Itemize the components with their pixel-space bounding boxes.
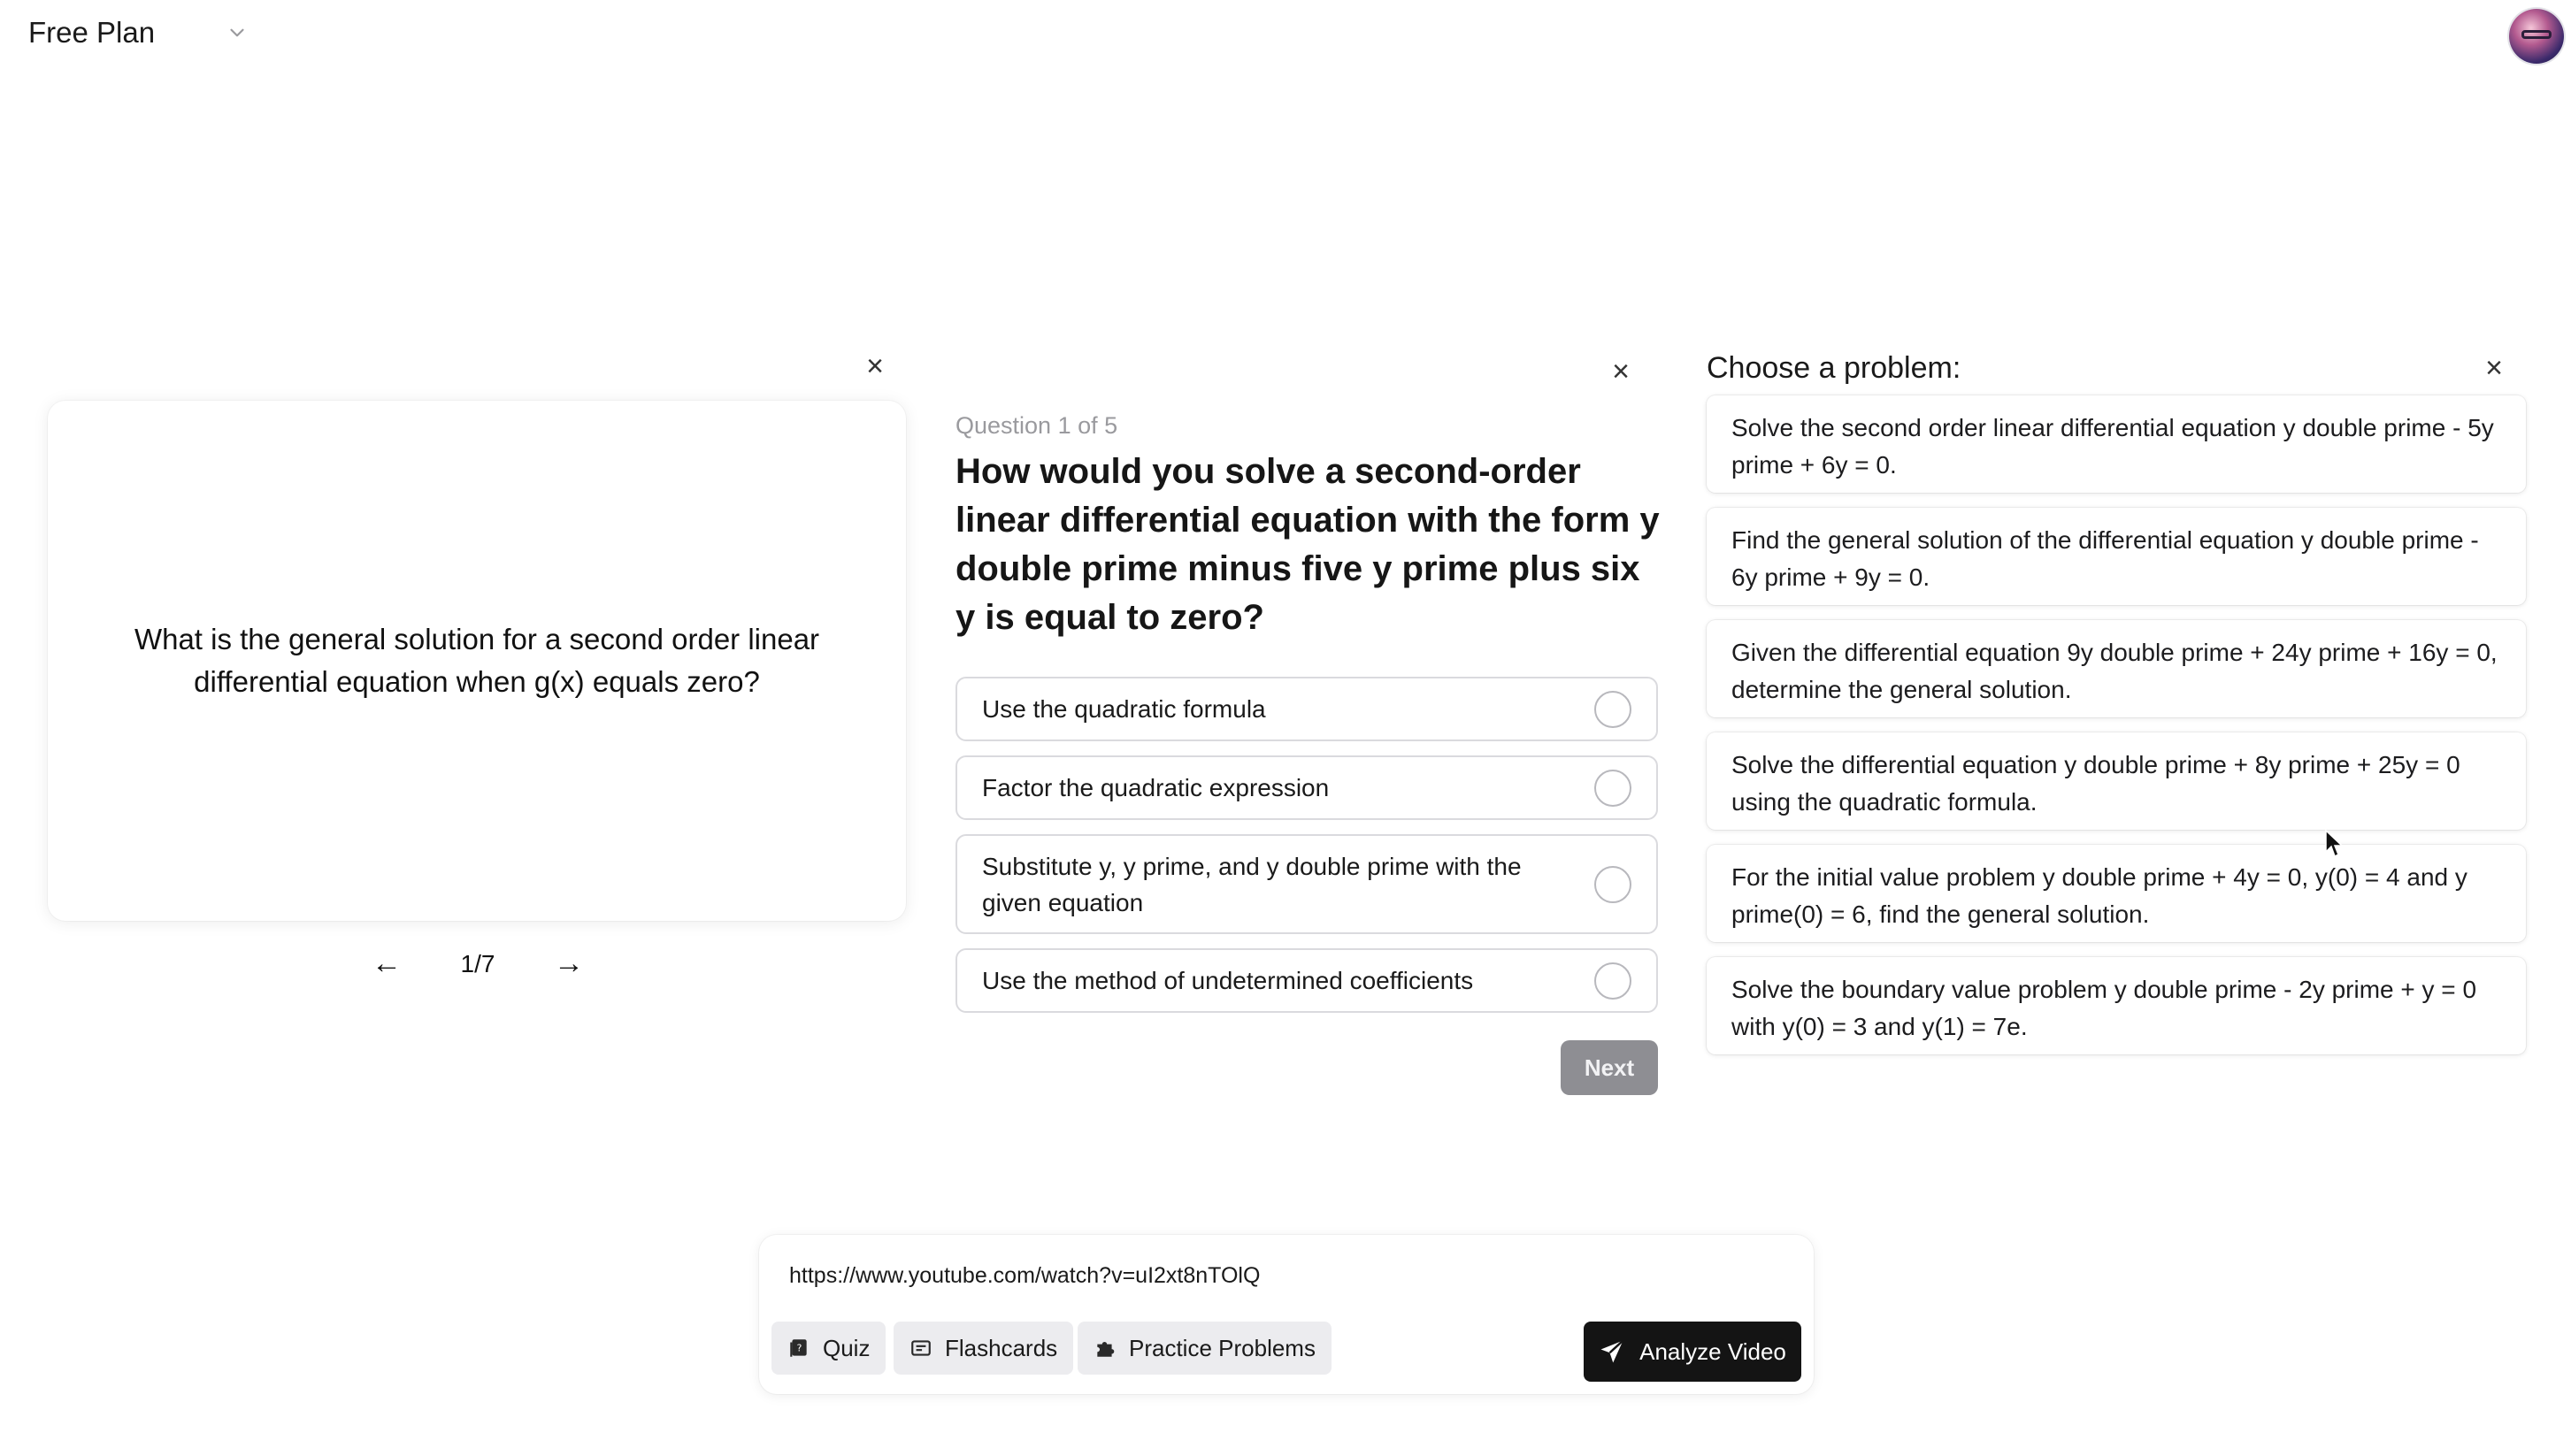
flashcard[interactable]: What is the general solution for a secon… bbox=[48, 401, 906, 921]
prev-arrow-icon[interactable]: ← bbox=[372, 946, 402, 981]
quiz-option-label: Use the quadratic formula bbox=[982, 695, 1266, 723]
practice-problems-mode-label: Practice Problems bbox=[1129, 1334, 1316, 1361]
analyze-video-button[interactable]: Analyze Video bbox=[1584, 1322, 1801, 1382]
quiz-question: How would you solve a second-order linea… bbox=[955, 452, 1660, 637]
flashcards-icon bbox=[911, 1340, 931, 1356]
quiz-next-button[interactable]: Next bbox=[1561, 1040, 1658, 1095]
flashcard-text: What is the general solution for a secon… bbox=[134, 623, 820, 698]
quiz-option[interactable]: Substitute y, y prime, and y double prim… bbox=[955, 834, 1658, 934]
practice-problem-item[interactable]: Given the differential equation 9y doubl… bbox=[1707, 620, 2526, 717]
radio-button[interactable] bbox=[1594, 690, 1631, 728]
radio-button[interactable] bbox=[1594, 962, 1631, 1000]
avatar-glasses-decoration bbox=[2521, 30, 2552, 39]
user-avatar[interactable] bbox=[2509, 9, 2564, 64]
quiz-question-counter: Question 1 of 5 bbox=[955, 412, 1118, 439]
chevron-down-icon bbox=[230, 28, 244, 37]
quiz-option[interactable]: Factor the quadratic expression bbox=[955, 755, 1658, 820]
flashcard-counter: 1/7 bbox=[460, 949, 495, 977]
quiz-icon: ? bbox=[790, 1339, 807, 1357]
practice-problem-item[interactable]: Solve the boundary value problem y doubl… bbox=[1707, 957, 2526, 1054]
practice-problems-mode-button[interactable]: Practice Problems bbox=[1078, 1322, 1332, 1375]
puzzle-icon bbox=[1097, 1341, 1115, 1357]
video-input-card: ? Quiz Flashcards Practice Problems Anal… bbox=[759, 1235, 1814, 1394]
video-url-input[interactable] bbox=[789, 1258, 1762, 1293]
flashcard-navigation: ← 1/7 → bbox=[372, 946, 584, 981]
practice-problems-title: Choose a problem: bbox=[1707, 351, 1961, 385]
quiz-option[interactable]: Use the quadratic formula bbox=[955, 677, 1658, 741]
practice-problem-item[interactable]: Solve the second order linear differenti… bbox=[1707, 395, 2526, 493]
practice-problem-list: Solve the second order linear differenti… bbox=[1707, 395, 2526, 1069]
svg-text:?: ? bbox=[797, 1342, 802, 1353]
mouse-cursor-icon bbox=[2325, 830, 2343, 858]
quiz-option-label: Use the method of undetermined coefficie… bbox=[982, 967, 1474, 994]
radio-button[interactable] bbox=[1594, 769, 1631, 807]
practice-close-icon[interactable]: × bbox=[2482, 353, 2506, 383]
practice-problem-item[interactable]: For the initial value problem y double p… bbox=[1707, 845, 2526, 942]
quiz-option[interactable]: Use the method of undetermined coefficie… bbox=[955, 948, 1658, 1013]
quiz-mode-button[interactable]: ? Quiz bbox=[771, 1322, 886, 1375]
send-icon bbox=[1600, 1339, 1624, 1363]
plan-label: Free Plan bbox=[28, 16, 156, 49]
analyze-video-label: Analyze Video bbox=[1639, 1337, 1786, 1365]
practice-problem-item[interactable]: Solve the differential equation y double… bbox=[1707, 732, 2526, 830]
quiz-option-label: Substitute y, y prime, and y double prim… bbox=[982, 852, 1522, 916]
radio-button[interactable] bbox=[1594, 865, 1631, 903]
plan-selector[interactable]: Free Plan bbox=[28, 16, 249, 50]
flashcards-close-icon[interactable]: × bbox=[863, 351, 887, 381]
next-arrow-icon[interactable]: → bbox=[554, 946, 584, 981]
quiz-mode-label: Quiz bbox=[823, 1334, 871, 1361]
flashcards-mode-button[interactable]: Flashcards bbox=[894, 1322, 1074, 1375]
flashcards-mode-label: Flashcards bbox=[945, 1334, 1058, 1361]
quiz-option-label: Factor the quadratic expression bbox=[982, 774, 1330, 801]
practice-problem-item[interactable]: Find the general solution of the differe… bbox=[1707, 508, 2526, 605]
quiz-options: Use the quadratic formula Factor the qua… bbox=[955, 677, 1658, 1027]
quiz-close-icon[interactable]: × bbox=[1608, 356, 1633, 387]
